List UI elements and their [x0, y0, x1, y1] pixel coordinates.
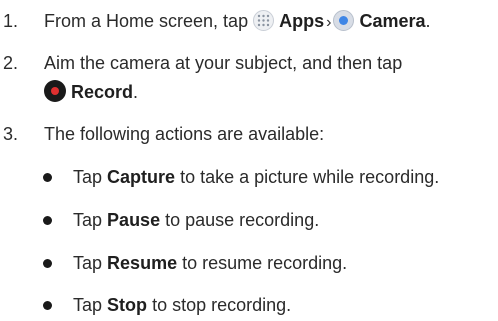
apps-label: Apps	[279, 11, 325, 31]
camera-app-icon	[333, 10, 355, 31]
action-label: Pause	[107, 210, 161, 230]
action-label: Capture	[107, 167, 176, 187]
action-label: Resume	[107, 253, 178, 273]
bullet-icon	[43, 173, 52, 182]
record-label: Record	[71, 82, 134, 102]
record-button-icon	[44, 80, 66, 102]
bullet-icon	[43, 216, 52, 225]
step-number: 1.	[3, 11, 19, 31]
step-text: From a Home screen, tap	[44, 11, 249, 31]
step-number: 3.	[3, 124, 19, 144]
bullet-icon	[43, 259, 52, 268]
bullet-icon	[43, 301, 52, 310]
step-text: The following actions are available:	[44, 124, 325, 144]
camera-label: Camera	[359, 11, 426, 31]
apps-grid-icon	[253, 10, 275, 31]
step-number: 2.	[3, 53, 19, 73]
chevron-right-icon: ›	[326, 14, 332, 31]
action-label: Stop	[107, 295, 148, 315]
step-text: Aim the camera at your subject, and then…	[44, 53, 403, 73]
